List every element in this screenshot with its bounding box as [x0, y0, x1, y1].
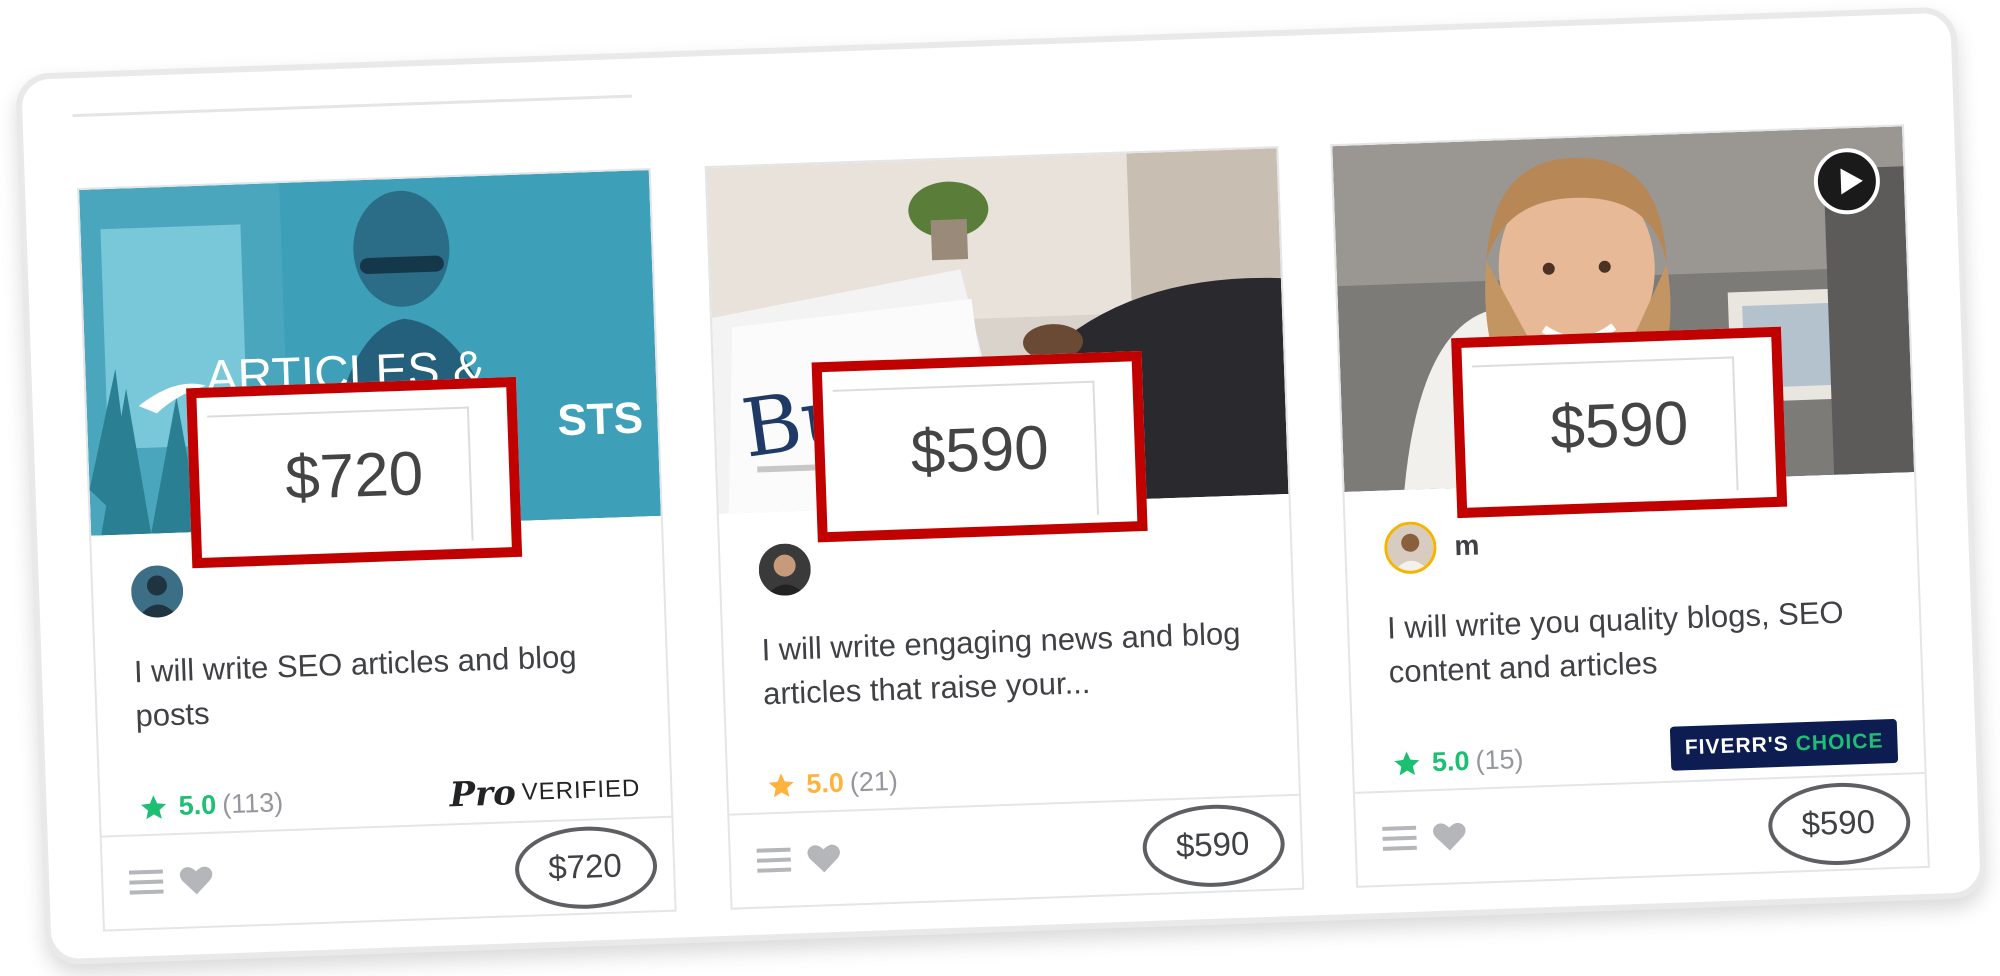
price[interactable]: $590 [1766, 780, 1912, 868]
seller-row [757, 542, 812, 597]
heart-icon[interactable] [179, 865, 214, 896]
gig-card[interactable]: Business $590 I will [704, 146, 1305, 910]
card-footer: $590 [1354, 771, 1928, 886]
gig-title[interactable]: I will write you quality blogs, SEO cont… [1386, 589, 1889, 694]
callout-price: $590 [909, 413, 1050, 488]
price[interactable]: $720 [513, 824, 659, 912]
seller-row [130, 564, 185, 619]
avatar[interactable] [1383, 520, 1438, 575]
verified-label: VERIFIED [521, 774, 641, 806]
gig-card[interactable]: m $590 I will write you quality blogs, S… [1330, 124, 1930, 888]
star-icon [768, 772, 794, 797]
price-text: $590 [1175, 824, 1250, 865]
list-icon[interactable] [756, 846, 792, 875]
gig-card-list: ARTICLES & STS $720 I will write SEO art… [21, 13, 1981, 960]
screenshot-frame: ARTICLES & STS $720 I will write SEO art… [15, 6, 1987, 966]
rating-value: 5.0 [1431, 745, 1470, 778]
rating-value: 5.0 [178, 789, 217, 821]
pro-label: Pro [448, 773, 517, 816]
rating: 5.0 (113) [138, 787, 284, 823]
price-text: $590 [1800, 802, 1876, 843]
thumbnail-text: STS [557, 393, 644, 445]
price-callout-box: $590 [1451, 326, 1788, 519]
rating-count: (21) [849, 765, 899, 798]
heart-icon[interactable] [1432, 821, 1467, 852]
rating: 5.0 (21) [766, 766, 899, 802]
gig-title[interactable]: I will write engaging news and blog arti… [761, 611, 1264, 716]
callout-price: $590 [1549, 388, 1690, 463]
heart-icon[interactable] [806, 843, 841, 874]
choice-label-a: FIVERR'S [1684, 732, 1790, 760]
fiverrs-choice-badge: FIVERR'S CHOICE [1670, 718, 1899, 771]
gig-title[interactable]: I will write SEO articles and blog posts [133, 633, 636, 738]
list-icon[interactable] [1382, 824, 1417, 853]
rating-value: 5.0 [805, 767, 845, 799]
seller-row: m [1383, 519, 1481, 575]
avatar[interactable] [757, 542, 812, 597]
callout-price: $720 [284, 439, 425, 513]
price-callout-box: $720 [186, 376, 523, 569]
gig-card[interactable]: ARTICLES & STS $720 I will write SEO art… [77, 168, 677, 932]
price[interactable]: $590 [1141, 802, 1287, 890]
list-icon[interactable] [128, 867, 164, 896]
price-text: $720 [547, 846, 623, 887]
rating: 5.0 (15) [1391, 744, 1524, 780]
star-icon [141, 794, 167, 819]
seller-name[interactable]: m [1454, 529, 1480, 562]
pro-verified-badge: Pro VERIFIED [448, 769, 641, 816]
play-icon [1840, 168, 1863, 195]
rating-count: (113) [221, 787, 284, 820]
rating-count: (15) [1474, 743, 1524, 776]
card-footer: $720 [101, 815, 675, 930]
avatar[interactable] [130, 564, 185, 619]
price-callout-box: $590 [811, 351, 1148, 543]
choice-label-b: CHOICE [1795, 729, 1884, 756]
card-footer: $590 [729, 793, 1303, 908]
star-icon [1394, 751, 1420, 776]
